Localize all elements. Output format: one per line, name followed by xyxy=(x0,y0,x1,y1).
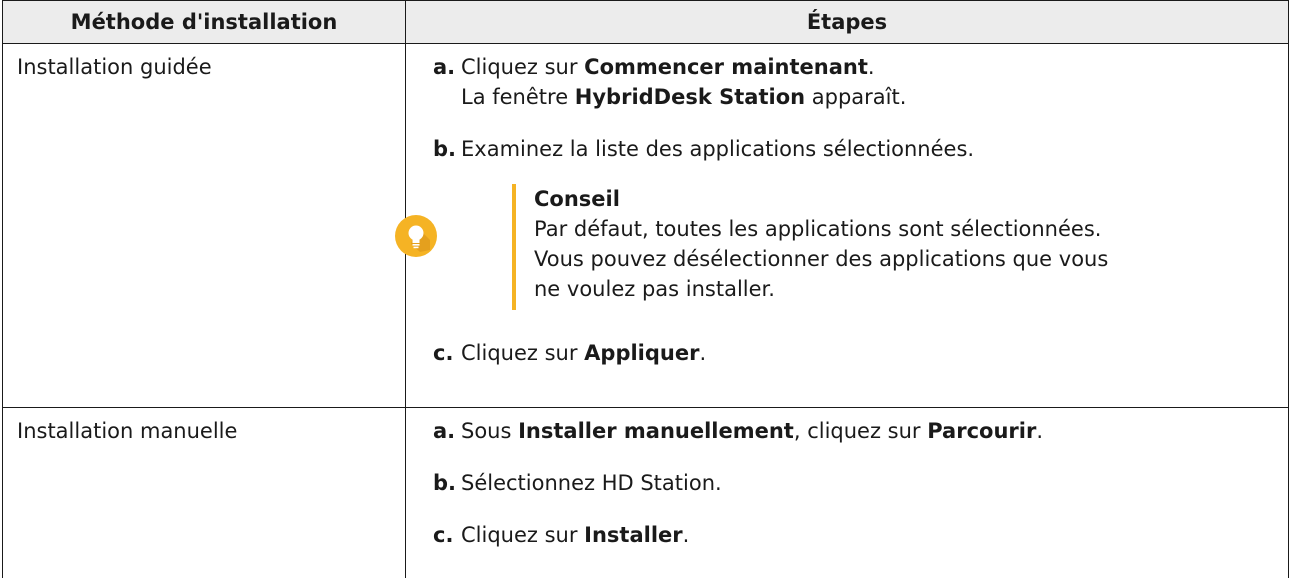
step-text: , cliquez sur xyxy=(794,419,927,443)
step-letter: b. xyxy=(433,468,456,498)
ui-term: Appliquer xyxy=(584,341,699,365)
method-cell: Installation manuelle xyxy=(3,408,406,578)
step-text: . xyxy=(699,341,706,365)
step-text: Examinez la liste des applications sélec… xyxy=(461,137,974,161)
tip-text-line: Vous pouvez désélectionner des applicati… xyxy=(534,244,1288,274)
step-text: La fenêtre xyxy=(461,85,575,109)
tip-text-line: Par défaut, toutes les applications sont… xyxy=(534,214,1288,244)
step-letter: a. xyxy=(433,416,455,446)
ui-term: Parcourir xyxy=(927,419,1036,443)
step-item: b. Examinez la liste des applications sé… xyxy=(406,134,1288,164)
step-item: a. Cliquez sur Commencer maintenant. La … xyxy=(406,52,1288,112)
ui-term: Installer manuellement xyxy=(518,419,794,443)
step-item: c. Cliquez sur Installer. xyxy=(406,520,1288,550)
step-letter: c. xyxy=(433,338,453,368)
step-text: Cliquez sur xyxy=(461,55,584,79)
steps-cell: a. Sous Installer manuellement, cliquez … xyxy=(406,408,1289,578)
step-item: b. Sélectionnez HD Station. xyxy=(406,468,1288,498)
step-text: . xyxy=(868,55,875,79)
tip-box: Conseil Par défaut, toutes les applicati… xyxy=(512,184,1288,310)
column-header-steps: Étapes xyxy=(406,1,1289,44)
method-cell: Installation guidée xyxy=(3,44,406,408)
tip-text-line: ne voulez pas installer. xyxy=(534,274,1288,304)
step-letter: c. xyxy=(433,520,453,550)
tip-title: Conseil xyxy=(534,184,1288,214)
step-letter: a. xyxy=(433,52,455,82)
installation-table: Méthode d'installation Étapes Installati… xyxy=(2,0,1289,578)
steps-cell: a. Cliquez sur Commencer maintenant. La … xyxy=(406,44,1289,408)
ui-term: Installer xyxy=(584,523,682,547)
step-letter: b. xyxy=(433,134,456,164)
step-text: Cliquez sur xyxy=(461,341,584,365)
column-header-method: Méthode d'installation xyxy=(3,1,406,44)
step-text: Sélectionnez HD Station. xyxy=(461,471,722,495)
lightbulb-icon xyxy=(394,214,438,258)
step-item: a. Sous Installer manuellement, cliquez … xyxy=(406,416,1288,446)
table-row: Installation manuelle a. Sous Installer … xyxy=(3,408,1289,578)
ui-term: HybridDesk Station xyxy=(575,85,805,109)
step-text: . xyxy=(683,523,690,547)
table-header-row: Méthode d'installation Étapes xyxy=(3,1,1289,44)
step-text: . xyxy=(1036,419,1043,443)
table-row: Installation guidée a. Cliquez sur Comme… xyxy=(3,44,1289,408)
step-item: c. Cliquez sur Appliquer. xyxy=(406,338,1288,368)
ui-term: Commencer maintenant xyxy=(584,55,868,79)
step-text: apparaît. xyxy=(805,85,906,109)
step-text: Cliquez sur xyxy=(461,523,584,547)
step-text: Sous xyxy=(461,419,518,443)
